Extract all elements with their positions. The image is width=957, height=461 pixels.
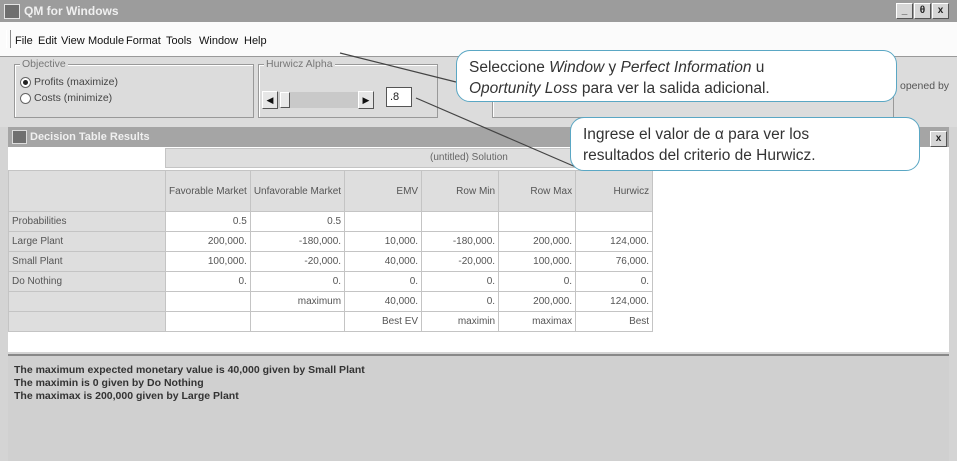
- callout2-line-1: Ingrese el valor de α para ver los: [583, 126, 810, 143]
- callout1-text-4: para ver la salida adicional.: [577, 80, 770, 97]
- callout1-perfect-information: Perfect Information: [620, 59, 752, 76]
- callout1-text-2: y: [604, 59, 621, 76]
- callout2-line-2: resultados del criterio de Hurwicz.: [583, 147, 816, 164]
- callout1-opportunity-loss: Oportunity Loss: [469, 80, 578, 97]
- callout-window-menu: Seleccione Window y Perfect Information …: [456, 50, 897, 102]
- callout1-text-1: Seleccione: [469, 59, 550, 76]
- callout1-window: Window: [549, 59, 605, 76]
- callout1-text-3: u: [751, 59, 765, 76]
- callout-hurwicz-alpha: Ingrese el valor de α para ver los resul…: [570, 117, 920, 171]
